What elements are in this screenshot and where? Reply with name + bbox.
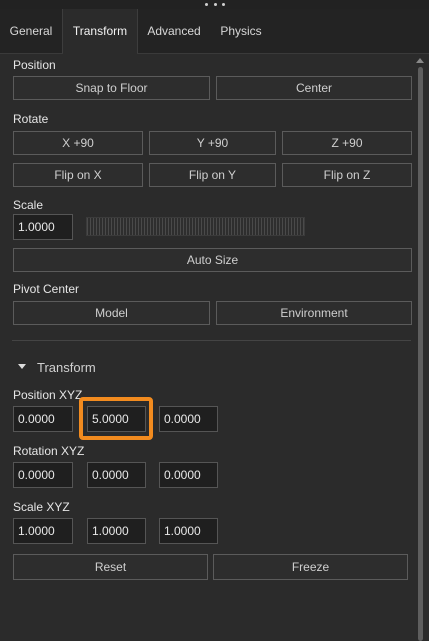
position-section-label: Position — [13, 58, 56, 72]
tab-general[interactable]: General — [0, 9, 62, 53]
scale-slider[interactable] — [86, 217, 305, 236]
scale-input[interactable] — [13, 214, 73, 240]
rotation-xyz-label: Rotation XYZ — [13, 444, 85, 458]
flip-z-button[interactable]: Flip on Z — [282, 163, 412, 187]
rotation-x-input[interactable] — [13, 462, 73, 488]
scale-section-label: Scale — [13, 198, 44, 212]
rotate-section-label: Rotate — [13, 112, 49, 126]
pivot-center-label: Pivot Center — [13, 282, 80, 296]
transform-section-header[interactable]: Transform — [37, 360, 96, 375]
rotation-y-input[interactable] — [87, 462, 146, 488]
scale-x-input[interactable] — [13, 518, 73, 544]
rotation-z-input[interactable] — [159, 462, 218, 488]
scroll-up-arrow-icon[interactable] — [416, 58, 424, 63]
scale-xyz-label: Scale XYZ — [13, 500, 70, 514]
position-xyz-label: Position XYZ — [13, 388, 83, 402]
snap-to-floor-button[interactable]: Snap to Floor — [13, 76, 210, 100]
tab-bar: General Transform Advanced Physics — [0, 9, 429, 54]
pivot-model-button[interactable]: Model — [13, 301, 210, 325]
scrollbar-thumb[interactable] — [418, 67, 423, 641]
window-top-bar — [0, 0, 429, 9]
position-x-input[interactable] — [13, 406, 73, 432]
pivot-environment-button[interactable]: Environment — [216, 301, 412, 325]
drag-handle-icon[interactable] — [205, 1, 225, 7]
freeze-button[interactable]: Freeze — [213, 554, 408, 580]
center-button[interactable]: Center — [216, 76, 412, 100]
reset-button[interactable]: Reset — [13, 554, 208, 580]
vertical-scrollbar[interactable] — [413, 53, 427, 641]
tab-physics[interactable]: Physics — [211, 9, 271, 53]
rotate-x-90-button[interactable]: X +90 — [13, 131, 143, 155]
scale-z-input[interactable] — [159, 518, 218, 544]
scale-y-input[interactable] — [87, 518, 146, 544]
tab-advanced[interactable]: Advanced — [137, 9, 211, 53]
auto-size-button[interactable]: Auto Size — [13, 248, 412, 272]
section-divider — [12, 340, 411, 341]
tab-transform[interactable]: Transform — [62, 9, 138, 54]
focus-highlight-box — [79, 397, 153, 440]
flip-y-button[interactable]: Flip on Y — [149, 163, 276, 187]
position-z-input[interactable] — [159, 406, 218, 432]
rotate-z-90-button[interactable]: Z +90 — [282, 131, 412, 155]
flip-x-button[interactable]: Flip on X — [13, 163, 143, 187]
collapse-caret-icon[interactable] — [18, 364, 26, 369]
rotate-y-90-button[interactable]: Y +90 — [149, 131, 276, 155]
